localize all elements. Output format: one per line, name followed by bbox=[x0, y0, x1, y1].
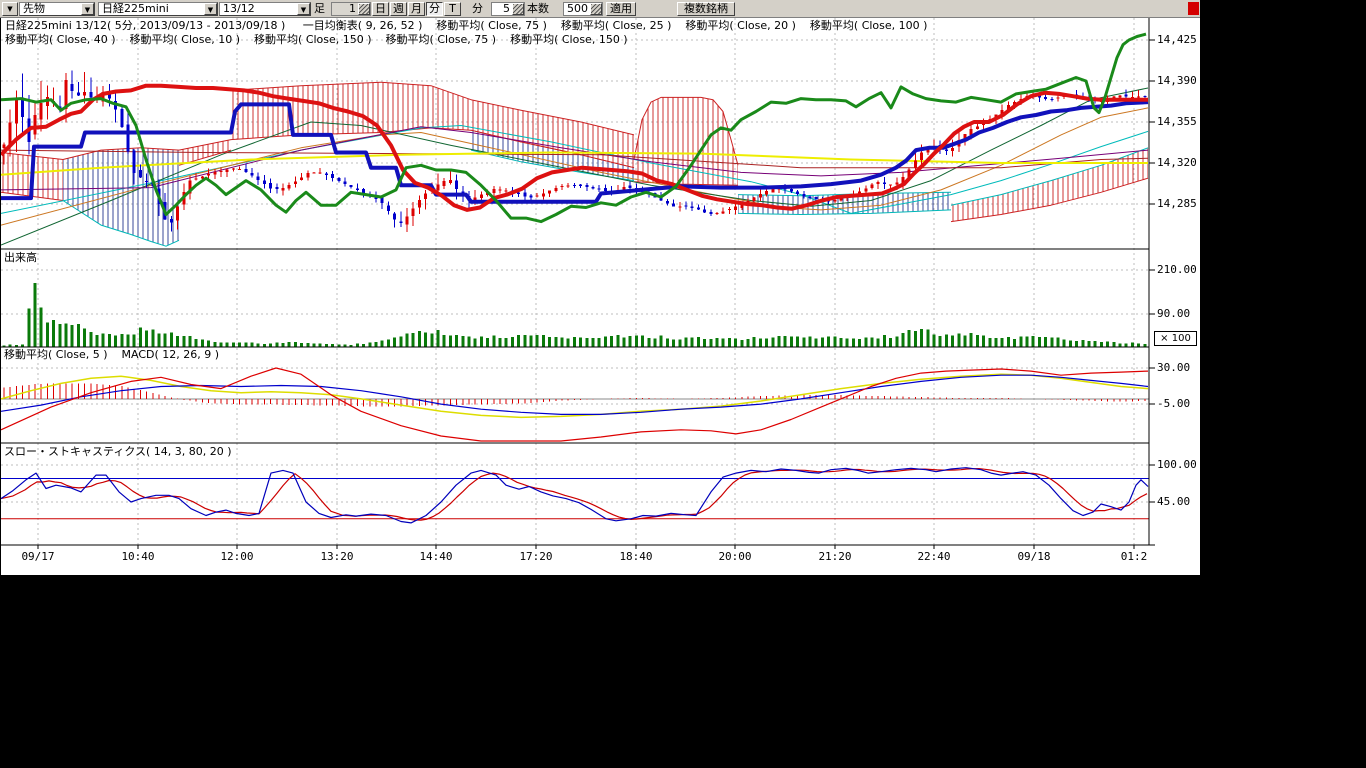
bar-interval-value: 1 bbox=[332, 3, 356, 15]
legend-row-1: 日経225mini 13/12( 5分, 2013/09/13 - 2013/0… bbox=[5, 20, 927, 32]
red-indicator bbox=[1188, 2, 1199, 15]
spinner-icon[interactable] bbox=[512, 3, 524, 15]
toolbar: ▼ 先物 ▼ 日経225mini ▼ 13/12 ▼ 足 1 日 週 月 分 T… bbox=[0, 0, 1200, 18]
bar-count-value: 500 bbox=[564, 3, 588, 15]
time-axis-label: 13:20 bbox=[315, 551, 359, 563]
macd-axis-label: -5.00 bbox=[1157, 398, 1190, 410]
symbol-select-value: 日経225mini bbox=[102, 3, 169, 15]
chart-application-window: ▼ 先物 ▼ 日経225mini ▼ 13/12 ▼ 足 1 日 週 月 分 T… bbox=[0, 0, 1200, 575]
price-axis-label: 14,355 bbox=[1157, 116, 1197, 128]
volume-axis-label: 210.00 bbox=[1157, 264, 1197, 276]
bar-type-label: 足 bbox=[314, 3, 325, 15]
price-axis-label: 14,320 bbox=[1157, 157, 1197, 169]
time-axis-label: 01:2 bbox=[1112, 551, 1156, 563]
volume-axis-label: 90.00 bbox=[1157, 308, 1190, 320]
price-axis-label: 14,425 bbox=[1157, 34, 1197, 46]
legend-row-2: 移動平均( Close, 40 ) 移動平均( Close, 10 ) 移動平均… bbox=[5, 34, 628, 46]
stoch-axis-label: 100.00 bbox=[1157, 459, 1197, 471]
chevron-down-icon[interactable]: ▼ bbox=[297, 3, 310, 15]
minute-unit-label: 分 bbox=[472, 3, 483, 15]
contract-select[interactable]: 13/12 ▼ bbox=[219, 2, 311, 16]
chevron-down-icon[interactable]: ▼ bbox=[204, 3, 217, 15]
period-month-button[interactable]: 月 bbox=[408, 2, 425, 16]
volume-pane-label: 出来高 bbox=[4, 252, 37, 264]
contract-select-value: 13/12 bbox=[223, 3, 255, 15]
minute-value: 5 bbox=[492, 3, 510, 15]
period-week-button[interactable]: 週 bbox=[390, 2, 407, 16]
stoch-pane-label: スロー・ストキャスティクス( 14, 3, 80, 20 ) bbox=[4, 446, 232, 458]
macd-pane-label: 移動平均( Close, 5 ) MACD( 12, 26, 9 ) bbox=[4, 349, 219, 361]
period-day-button[interactable]: 日 bbox=[372, 2, 389, 16]
price-axis-label: 14,390 bbox=[1157, 75, 1197, 87]
time-axis-label: 14:40 bbox=[414, 551, 458, 563]
chart-canvas[interactable]: 日経225mini 13/12( 5分, 2013/09/13 - 2013/0… bbox=[0, 18, 1200, 575]
time-axis-label: 22:40 bbox=[912, 551, 956, 563]
apply-button[interactable]: 適用 bbox=[606, 2, 636, 16]
time-axis-label: 21:20 bbox=[813, 551, 857, 563]
macd-axis-label: 30.00 bbox=[1157, 362, 1190, 374]
time-axis-label: 12:00 bbox=[215, 551, 259, 563]
bar-interval-spinner[interactable]: 1 bbox=[331, 2, 371, 16]
period-tick-button[interactable]: T bbox=[444, 2, 461, 16]
minute-value-spinner[interactable]: 5 bbox=[491, 2, 525, 16]
time-axis-label: 10:40 bbox=[116, 551, 160, 563]
price-axis-label: 14,285 bbox=[1157, 198, 1197, 210]
spinner-icon[interactable] bbox=[358, 3, 370, 15]
time-axis-label: 18:40 bbox=[614, 551, 658, 563]
chevron-down-icon[interactable]: ▼ bbox=[81, 3, 94, 15]
period-minute-button[interactable]: 分 bbox=[426, 2, 443, 16]
category-select[interactable]: 先物 ▼ bbox=[19, 2, 95, 16]
symbol-select[interactable]: 日経225mini ▼ bbox=[98, 2, 218, 16]
time-axis-label: 20:00 bbox=[713, 551, 757, 563]
volume-multiplier-badge: × 100 bbox=[1154, 331, 1197, 346]
stoch-axis-label: 45.00 bbox=[1157, 496, 1190, 508]
time-axis-label: 17:20 bbox=[514, 551, 558, 563]
category-select-value: 先物 bbox=[23, 3, 45, 15]
spinner-icon[interactable] bbox=[590, 3, 602, 15]
time-axis-label: 09/18 bbox=[1012, 551, 1056, 563]
bar-count-spinner[interactable]: 500 bbox=[563, 2, 603, 16]
mini-dropdown-button[interactable]: ▼ bbox=[2, 2, 18, 16]
time-axis-label: 09/17 bbox=[16, 551, 60, 563]
multi-symbol-button[interactable]: 複数銘柄 bbox=[677, 2, 735, 16]
bar-count-label: 本数 bbox=[527, 3, 549, 15]
